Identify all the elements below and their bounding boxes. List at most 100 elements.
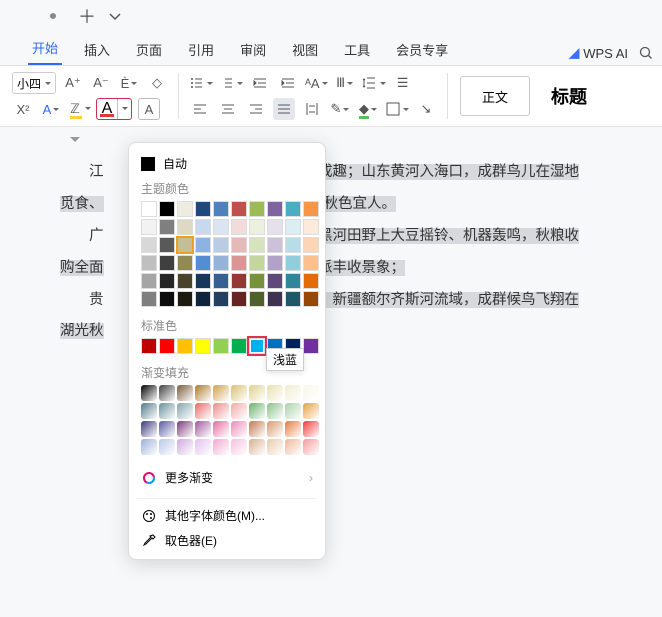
theme-swatch[interactable] (141, 273, 157, 289)
theme-swatch[interactable] (213, 273, 229, 289)
gradient-swatch[interactable] (267, 403, 283, 419)
theme-swatch[interactable] (195, 201, 211, 217)
new-tab-button[interactable]: ＋ (76, 5, 98, 27)
theme-swatch[interactable] (267, 291, 283, 307)
theme-swatch[interactable] (267, 273, 283, 289)
gradient-swatch[interactable] (141, 421, 157, 437)
gradient-swatch[interactable] (303, 439, 319, 455)
theme-swatch[interactable] (213, 219, 229, 235)
theme-swatch[interactable] (231, 201, 247, 217)
theme-swatch[interactable] (249, 255, 265, 271)
asian-layout-button[interactable]: Ⅲ (334, 72, 356, 94)
font-color-button[interactable]: A (96, 98, 132, 120)
theme-swatch[interactable] (141, 219, 157, 235)
grow-font-button[interactable]: A⁺ (62, 72, 84, 94)
gradient-swatch[interactable] (213, 385, 229, 401)
clear-format-button[interactable]: ◇ (146, 72, 168, 94)
gradient-swatch[interactable] (159, 403, 175, 419)
tab-list-button[interactable] (104, 5, 126, 27)
gradient-swatch[interactable] (213, 421, 229, 437)
theme-swatch[interactable] (285, 201, 301, 217)
standard-swatch[interactable] (249, 338, 265, 354)
text-direction-button[interactable]: ᴬA (305, 72, 328, 94)
theme-swatch[interactable] (231, 291, 247, 307)
decrease-indent-button[interactable] (249, 72, 271, 94)
theme-swatch[interactable] (195, 291, 211, 307)
theme-swatch[interactable] (249, 219, 265, 235)
theme-swatch[interactable] (177, 219, 193, 235)
gradient-swatch[interactable] (285, 421, 301, 437)
menu-page[interactable]: 页面 (132, 34, 166, 65)
theme-swatch[interactable] (303, 291, 319, 307)
gradient-swatch[interactable] (267, 421, 283, 437)
theme-swatch[interactable] (303, 201, 319, 217)
theme-swatch[interactable] (285, 291, 301, 307)
gradient-swatch[interactable] (249, 421, 265, 437)
gradient-swatch[interactable] (213, 439, 229, 455)
gradient-swatch[interactable] (141, 385, 157, 401)
wps-ai-button[interactable]: ◢WPS AI (569, 45, 628, 61)
line-spacing-button[interactable] (362, 72, 386, 94)
theme-swatch[interactable] (177, 201, 193, 217)
theme-swatch[interactable] (159, 237, 175, 253)
shrink-font-button[interactable]: A⁻ (90, 72, 112, 94)
align-right-button[interactable] (245, 98, 267, 120)
theme-swatch[interactable] (213, 291, 229, 307)
more-gradient-button[interactable]: 更多渐变 › (129, 461, 325, 494)
gradient-swatch[interactable] (249, 385, 265, 401)
gradient-swatch[interactable] (249, 403, 265, 419)
paragraph-dialog-button[interactable]: ↘ (415, 98, 437, 120)
theme-swatch[interactable] (195, 219, 211, 235)
gradient-swatch[interactable] (213, 403, 229, 419)
gradient-swatch[interactable] (195, 385, 211, 401)
theme-swatch[interactable] (213, 255, 229, 271)
gradient-swatch[interactable] (177, 385, 193, 401)
distribute-button[interactable] (301, 98, 323, 120)
gradient-swatch[interactable] (231, 403, 247, 419)
theme-swatch[interactable] (195, 273, 211, 289)
gradient-swatch[interactable] (249, 439, 265, 455)
standard-swatch[interactable] (303, 338, 319, 354)
align-center-button[interactable] (217, 98, 239, 120)
gradient-swatch[interactable] (195, 439, 211, 455)
standard-swatch[interactable] (177, 338, 193, 354)
numbering-button[interactable] (219, 72, 243, 94)
gradient-swatch[interactable] (177, 421, 193, 437)
theme-swatch[interactable] (141, 291, 157, 307)
gradient-swatch[interactable] (285, 403, 301, 419)
theme-swatch[interactable] (285, 255, 301, 271)
standard-swatch[interactable] (195, 338, 211, 354)
gradient-swatch[interactable] (303, 403, 319, 419)
theme-swatch[interactable] (177, 237, 193, 253)
theme-swatch[interactable] (267, 201, 283, 217)
menu-review[interactable]: 审阅 (236, 34, 270, 65)
standard-swatch[interactable] (213, 338, 229, 354)
theme-swatch[interactable] (159, 273, 175, 289)
theme-swatch[interactable] (249, 237, 265, 253)
superscript-button[interactable]: X² (12, 98, 34, 120)
menu-start[interactable]: 开始 (28, 32, 62, 65)
theme-swatch[interactable] (231, 237, 247, 253)
style-title[interactable]: 标题 (534, 76, 604, 116)
align-left-button[interactable] (189, 98, 211, 120)
ruler-indent-marker[interactable] (70, 137, 80, 147)
gradient-swatch[interactable] (195, 421, 211, 437)
style-body[interactable]: 正文 (460, 76, 530, 116)
theme-swatch[interactable] (303, 219, 319, 235)
theme-swatch[interactable] (249, 201, 265, 217)
theme-swatch[interactable] (231, 255, 247, 271)
theme-swatch[interactable] (303, 255, 319, 271)
menu-insert[interactable]: 插入 (80, 34, 114, 65)
gradient-swatch[interactable] (159, 421, 175, 437)
document-area[interactable]: 江映成趣；山东黄河入海口，成群鸟儿在湿地 觅食、秋色宜人。 广江黑河田野上大豆摇… (0, 127, 662, 378)
gradient-swatch[interactable] (159, 439, 175, 455)
theme-swatch[interactable] (141, 201, 157, 217)
increase-indent-button[interactable] (277, 72, 299, 94)
text-effects-button[interactable]: A (40, 98, 62, 120)
gradient-swatch[interactable] (285, 385, 301, 401)
highlight-button[interactable]: ℤ (68, 98, 90, 120)
theme-swatch[interactable] (195, 255, 211, 271)
search-button[interactable] (638, 45, 654, 61)
theme-swatch[interactable] (267, 255, 283, 271)
gradient-swatch[interactable] (267, 385, 283, 401)
